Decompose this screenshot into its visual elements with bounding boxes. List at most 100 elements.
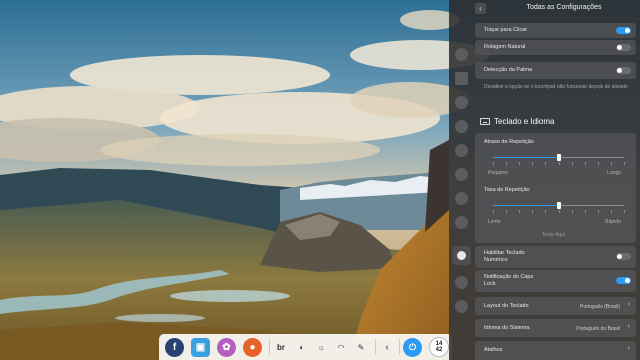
network-icon[interactable] bbox=[455, 144, 468, 157]
tap-to-click-label: Toque para Clicar bbox=[484, 27, 528, 33]
slider-tick bbox=[545, 210, 547, 213]
repeat-rate-ticks bbox=[493, 210, 625, 213]
system-info-icon[interactable] bbox=[455, 300, 468, 313]
numlock-toggle[interactable] bbox=[616, 253, 631, 260]
dock-separator bbox=[399, 339, 400, 355]
repeat-rate-slider[interactable] bbox=[493, 202, 624, 209]
tap-to-click-toggle[interactable] bbox=[616, 27, 631, 34]
slider-tick bbox=[597, 162, 599, 165]
palm-detection-hint: Desative a opção se o touchpad não funci… bbox=[484, 84, 628, 90]
repeat-rate-handle[interactable] bbox=[556, 202, 561, 209]
numlock-row[interactable]: Habilitar Teclado Numérico bbox=[475, 246, 636, 268]
volume-tray-icon[interactable]: ◖ bbox=[295, 341, 307, 353]
capslock-label-line1: Notificação do Caps bbox=[484, 274, 534, 280]
control-center-panel: ‹ Todas as Configurações Toque para Clic… bbox=[449, 0, 640, 360]
repeat-delay-label: Atraso de Repetição bbox=[484, 139, 534, 145]
system-language-label: Idioma do Sistema bbox=[484, 325, 530, 331]
capslock-row[interactable]: Notificação do Caps Lock bbox=[475, 270, 636, 292]
palm-detection-label: Detecção da Palma bbox=[484, 67, 532, 73]
slider-tick bbox=[532, 210, 534, 213]
repeat-delay-fill bbox=[493, 157, 559, 158]
keyboard-icon bbox=[480, 118, 490, 125]
default-apps-icon[interactable] bbox=[455, 96, 468, 109]
dock-separator bbox=[269, 339, 270, 355]
dock: f ▣ ✿ ● br ◖ ☼ ◠ ✎ ‹ ⏻ 14 42 bbox=[159, 334, 452, 360]
shortcuts-label: Atalhos bbox=[484, 347, 503, 353]
repeat-delay-handle[interactable] bbox=[556, 154, 561, 161]
repeat-rate-label: Taxa de Repetição bbox=[484, 187, 530, 193]
slider-tick bbox=[519, 162, 521, 165]
firefox-icon[interactable]: ● bbox=[243, 338, 262, 357]
natural-scroll-row[interactable]: Rolagem Natural bbox=[475, 40, 636, 55]
natural-scroll-toggle[interactable] bbox=[616, 44, 631, 51]
slider-tick bbox=[624, 210, 625, 213]
section-title: Teclado e Idioma bbox=[494, 117, 555, 126]
account-icon[interactable] bbox=[455, 48, 468, 61]
keyboard-repeat-card: Atraso de Repetição Taxa de Repetição bbox=[475, 133, 636, 243]
slider-tick bbox=[493, 162, 494, 165]
repeat-rate-max-label: Rápido bbox=[605, 219, 621, 225]
slider-tick bbox=[532, 162, 534, 165]
slider-tick bbox=[545, 162, 547, 165]
sound-icon[interactable] bbox=[455, 168, 468, 181]
repeat-delay-slider[interactable] bbox=[493, 154, 624, 161]
repeat-rate-fill bbox=[493, 205, 559, 206]
system-language-value: Português do Brasil bbox=[576, 326, 620, 332]
slider-tick bbox=[610, 162, 612, 165]
panel-header: ‹ Todas as Configurações bbox=[449, 0, 640, 17]
chevron-right-icon: › bbox=[627, 323, 630, 330]
wifi-tray-icon[interactable]: ◠ bbox=[335, 341, 347, 353]
tap-to-click-row[interactable]: Toque para Clicar bbox=[475, 23, 636, 38]
palm-detection-toggle[interactable] bbox=[616, 67, 631, 74]
files-icon[interactable]: ▣ bbox=[191, 338, 210, 357]
dock-separator bbox=[375, 339, 376, 355]
chevron-right-icon: › bbox=[627, 345, 630, 352]
slider-tick bbox=[558, 210, 560, 213]
power-settings-icon[interactable] bbox=[455, 216, 468, 229]
fedora-icon[interactable]: f bbox=[165, 338, 184, 357]
slider-tick bbox=[571, 162, 573, 165]
keyboard-layout-row[interactable]: Layout do Teclado Português (Brasil) › bbox=[475, 297, 636, 315]
slider-tick bbox=[519, 210, 521, 213]
tray-expand-icon[interactable]: ‹ bbox=[381, 341, 393, 353]
keyboard-layout-icon[interactable]: br bbox=[275, 341, 287, 353]
settings-icon[interactable]: ✿ bbox=[217, 338, 236, 357]
slider-tick bbox=[571, 210, 573, 213]
edit-tray-icon[interactable]: ✎ bbox=[355, 341, 367, 353]
chevron-left-icon: ‹ bbox=[479, 4, 482, 13]
display-icon[interactable] bbox=[455, 72, 468, 85]
capslock-toggle[interactable] bbox=[616, 277, 631, 284]
power-icon[interactable]: ⏻ bbox=[403, 338, 422, 357]
numlock-label-line1: Habilitar Teclado bbox=[484, 250, 525, 256]
time-date-icon[interactable] bbox=[455, 192, 468, 205]
personalization-icon[interactable] bbox=[455, 120, 468, 133]
slider-tick bbox=[493, 210, 494, 213]
panel-title: Todas as Configurações bbox=[526, 4, 602, 11]
mouse-icon[interactable] bbox=[452, 246, 471, 265]
capslock-label-line2: Lock bbox=[484, 281, 496, 287]
natural-scroll-label: Rolagem Natural bbox=[484, 44, 526, 50]
test-input[interactable]: Teste Aqui bbox=[542, 232, 565, 238]
slider-tick bbox=[506, 210, 508, 213]
slider-tick bbox=[597, 210, 599, 213]
slider-tick bbox=[558, 162, 560, 165]
brightness-tray-icon[interactable]: ☼ bbox=[315, 341, 327, 353]
slider-tick bbox=[584, 162, 586, 165]
update-icon[interactable] bbox=[455, 276, 468, 289]
clock-minutes: 42 bbox=[435, 347, 443, 353]
keyboard-layout-value: Português (Brasil) bbox=[579, 304, 620, 310]
shortcuts-row[interactable]: Atalhos › bbox=[475, 341, 636, 360]
repeat-delay-max-label: Longo bbox=[607, 170, 621, 176]
palm-detection-row[interactable]: Detecção da Palma bbox=[475, 62, 636, 79]
back-button[interactable]: ‹ bbox=[475, 3, 486, 14]
chevron-right-icon: › bbox=[627, 301, 630, 308]
mouse-glyph-icon bbox=[457, 251, 466, 260]
system-language-row[interactable]: Idioma do Sistema Português do Brasil › bbox=[475, 319, 636, 337]
keyboard-layout-label: Layout do Teclado bbox=[484, 303, 529, 309]
numlock-label-line2: Numérico bbox=[484, 257, 508, 263]
repeat-delay-ticks bbox=[493, 162, 625, 165]
slider-tick bbox=[624, 162, 625, 165]
clock-widget[interactable]: 14 42 bbox=[429, 337, 449, 357]
slider-tick bbox=[610, 210, 612, 213]
repeat-delay-min-label: Pequeno bbox=[488, 170, 509, 176]
